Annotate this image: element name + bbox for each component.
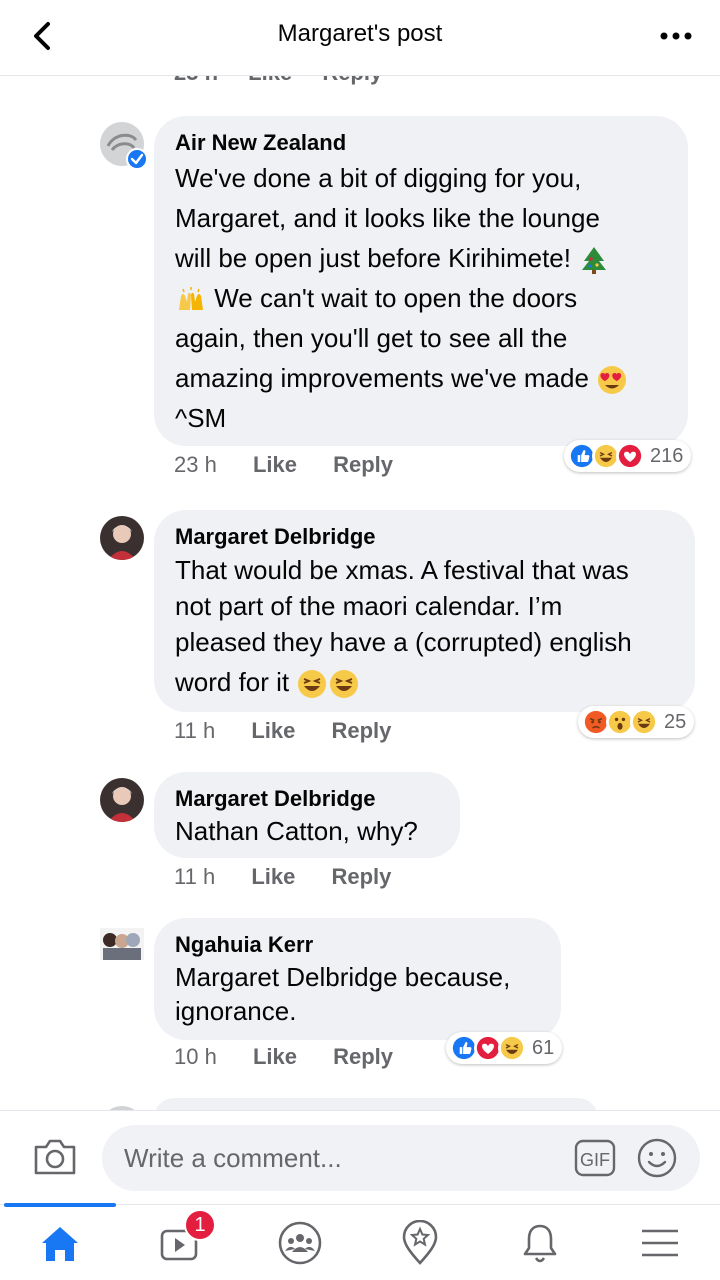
comment-bubble[interactable]: Margaret Delbridge That would be xmas. A… <box>154 510 695 712</box>
comment-line: Margaret Delbridge because, <box>175 962 511 992</box>
reactions-summary[interactable]: 25 <box>578 706 695 738</box>
profile-photo-icon <box>100 928 144 960</box>
comment-bubble[interactable]: Ngahuia Kerr Margaret Delbridge because,… <box>154 918 561 1040</box>
haha-reaction-icon <box>498 1034 526 1062</box>
comment-bubble[interactable]: Air New Zealand We've done a bit of digg… <box>154 116 688 446</box>
comment-line: That would be xmas. A festival that was <box>175 555 629 585</box>
comment-composer: Write a comment... GIF <box>0 1110 720 1204</box>
camera-button[interactable] <box>32 1135 78 1177</box>
reply-button[interactable]: Reply <box>333 452 393 477</box>
comment-time[interactable]: 23 h <box>174 452 217 477</box>
avatar[interactable] <box>100 778 144 822</box>
comment-line: amazing improvements we've made <box>175 363 589 393</box>
reactions-summary[interactable]: 61 <box>446 1032 563 1064</box>
comment-line: ignorance. <box>175 996 297 1026</box>
ellipsis-icon <box>660 32 692 40</box>
comment-time[interactable]: 10 h <box>174 1044 217 1069</box>
comment-line: pleased they have a (corrupted) english <box>175 627 632 657</box>
comment-line: not part of the maori calendar. I’m <box>175 591 563 621</box>
reaction-count: 25 <box>664 710 687 733</box>
more-options-button[interactable] <box>656 22 696 50</box>
home-icon <box>42 1227 78 1261</box>
hamburger-menu-icon <box>642 1229 678 1257</box>
comment-text: We've done a bit of digging for you, Mar… <box>175 158 668 438</box>
nav-menu[interactable] <box>600 1205 720 1280</box>
comment-line: will be open just before Kirihimete! <box>175 243 571 273</box>
like-button[interactable]: Like <box>251 718 295 743</box>
bottom-nav: 1 <box>0 1203 720 1280</box>
previous-comment-actions: 23 h Like Reply <box>174 76 406 86</box>
reply-button[interactable]: Reply <box>333 1044 393 1069</box>
previous-like-button[interactable]: Like <box>248 76 292 85</box>
camera-icon <box>34 1139 76 1175</box>
comment-text: Nathan Catton, why? <box>175 814 440 848</box>
laughing-emoji-icon <box>330 670 359 699</box>
heart-eyes-emoji-icon <box>598 366 627 395</box>
comment-author[interactable]: Margaret Delbridge <box>175 786 440 812</box>
groups-icon <box>278 1221 322 1265</box>
location-star-icon <box>402 1220 438 1265</box>
like-button[interactable]: Like <box>253 452 297 477</box>
comment-actions: 23 h Like Reply <box>174 452 423 478</box>
avatar[interactable] <box>100 516 144 560</box>
like-button[interactable]: Like <box>253 1044 297 1069</box>
gif-label: GIF <box>580 1150 610 1170</box>
nav-home[interactable] <box>0 1203 120 1280</box>
reactions-summary[interactable]: 216 <box>564 440 692 472</box>
reaction-count: 216 <box>650 444 684 467</box>
nav-watch[interactable]: 1 <box>120 1205 240 1280</box>
comment-actions: 10 h Like Reply <box>174 1044 423 1070</box>
comment-time[interactable]: 11 h <box>174 718 215 743</box>
comment-line: Margaret, and it looks like the lounge <box>175 203 600 233</box>
nav-groups[interactable] <box>240 1205 360 1280</box>
comment-time[interactable]: 11 h <box>174 864 215 889</box>
comment-placeholder: Write a comment... <box>124 1143 342 1173</box>
comment-input[interactable]: Write a comment... GIF <box>102 1125 700 1191</box>
comment-author[interactable]: Ngahuia Kerr <box>175 932 541 958</box>
comment-text: That would be xmas. A festival that was … <box>175 552 675 700</box>
gif-button[interactable]: GIF <box>574 1139 616 1177</box>
bell-icon <box>523 1224 557 1263</box>
post-header: Margaret's post <box>0 0 720 76</box>
comment-line: again, then you'll get to see all the <box>175 323 568 353</box>
comment-line: word for it <box>175 667 290 697</box>
page-title: Margaret's post <box>277 20 443 47</box>
nav-pages[interactable] <box>360 1205 480 1280</box>
reaction-count: 61 <box>532 1036 555 1059</box>
previous-comment-time: 23 h <box>174 76 218 85</box>
comment-line: We've done a bit of digging for you, <box>175 163 582 193</box>
christmas-tree-emoji-icon <box>582 247 607 275</box>
love-reaction-icon <box>616 442 644 470</box>
comment-line: We can't wait to open the doors <box>214 283 578 313</box>
next-comment-bubble[interactable] <box>154 1098 598 1110</box>
profile-photo-icon <box>100 516 144 560</box>
notification-badge: 1 <box>184 1209 216 1241</box>
comment-bubble[interactable]: Margaret Delbridge Nathan Catton, why? <box>154 772 460 858</box>
comment-actions: 11 h Like Reply <box>174 718 421 744</box>
comment-text: Margaret Delbridge because, ignorance. <box>175 960 541 1028</box>
laughing-emoji-icon <box>298 670 327 699</box>
comment-line: ^SM <box>175 403 227 433</box>
comment-author[interactable]: Margaret Delbridge <box>175 524 675 550</box>
gif-icon: GIF <box>574 1139 616 1177</box>
previous-reply-button[interactable]: Reply <box>322 76 382 85</box>
emoji-button[interactable] <box>636 1137 678 1179</box>
like-button[interactable]: Like <box>251 864 295 889</box>
active-tab-indicator <box>4 1203 116 1207</box>
comment-line: Nathan Catton, why? <box>175 816 418 846</box>
profile-photo-icon <box>100 778 144 822</box>
reply-button[interactable]: Reply <box>331 864 391 889</box>
smiley-icon <box>637 1138 677 1178</box>
nav-notifications[interactable] <box>480 1205 600 1280</box>
comment-author[interactable]: Air New Zealand <box>175 130 668 156</box>
raising-hands-emoji-icon <box>179 287 203 311</box>
haha-reaction-icon <box>630 708 658 736</box>
comments-feed[interactable]: 23 h Like Reply Air New Zealand We've do… <box>0 76 720 1110</box>
verified-badge-icon <box>126 148 148 170</box>
reply-button[interactable]: Reply <box>331 718 391 743</box>
avatar[interactable] <box>100 928 144 960</box>
comment-actions: 11 h Like Reply <box>174 864 421 890</box>
